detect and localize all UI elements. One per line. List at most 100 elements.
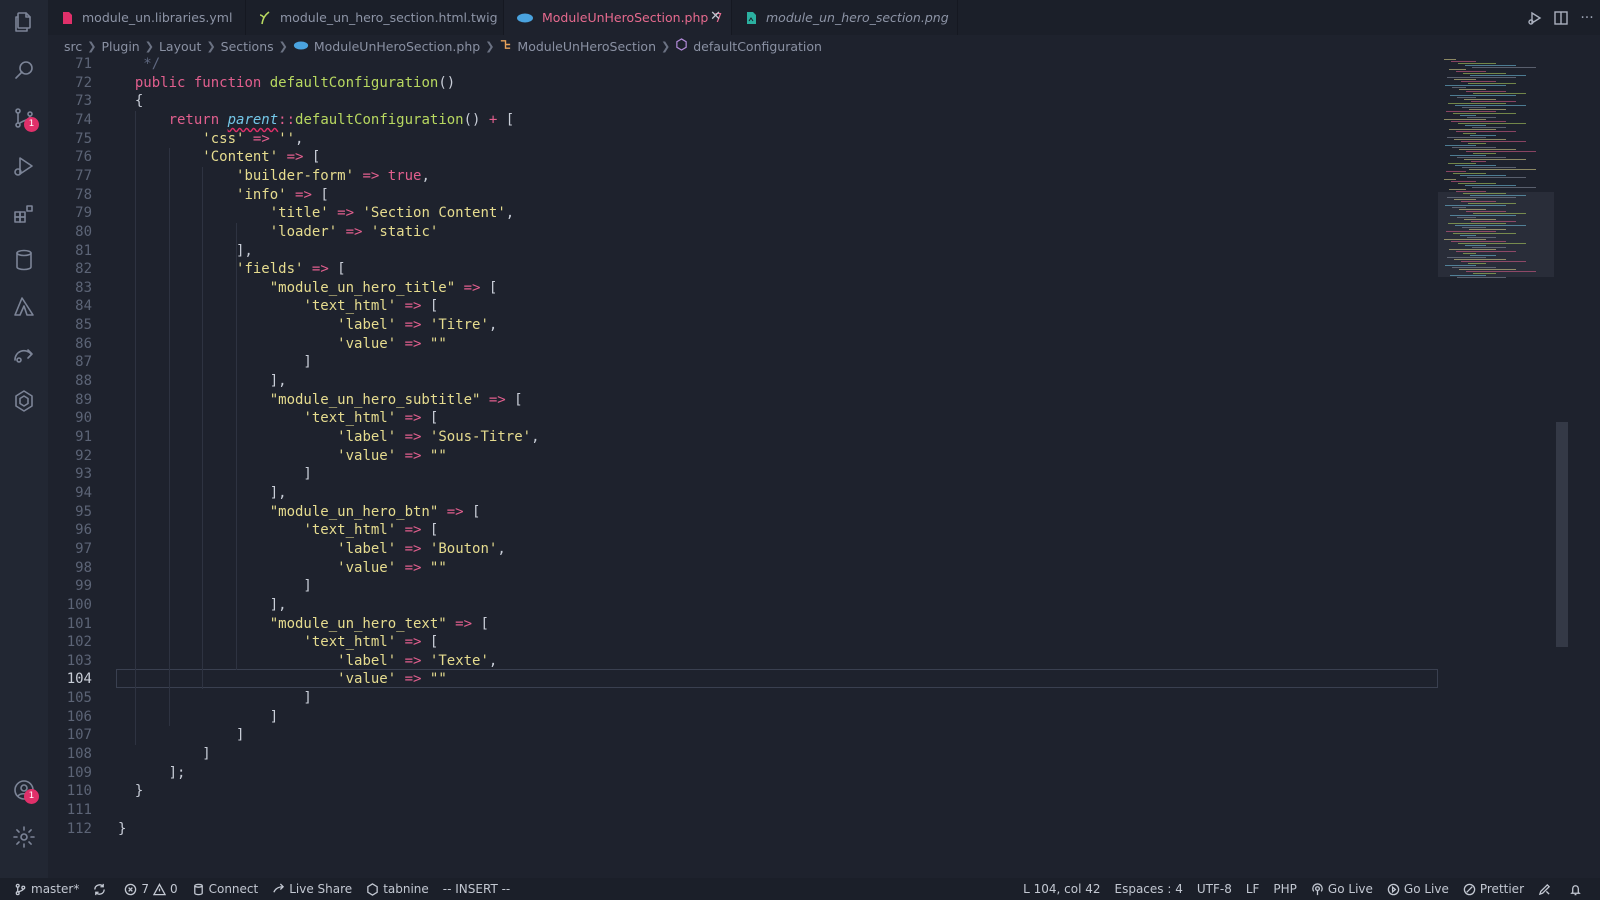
source-control-icon[interactable]: 1 — [0, 96, 48, 140]
code-line[interactable]: 91 'label' => 'Sous-Titre', — [48, 428, 1438, 447]
remote-explorer-icon[interactable] — [0, 332, 48, 376]
code-line[interactable]: 77 'builder-form' => true, — [48, 167, 1438, 186]
breadcrumb-sections[interactable]: Sections — [221, 39, 274, 54]
accounts-icon[interactable]: 1 — [0, 768, 48, 812]
code-line[interactable]: 112} — [48, 820, 1438, 839]
search-icon[interactable] — [0, 48, 48, 92]
minimap[interactable] — [1438, 57, 1554, 878]
code-line[interactable]: 102 'text_html' => [ — [48, 633, 1438, 652]
go-live-button-1[interactable]: Go Live — [1304, 878, 1380, 900]
tabnine-status[interactable]: tabnine — [359, 878, 436, 900]
go-live-button-2[interactable]: Go Live — [1380, 878, 1456, 900]
tab-module-php[interactable]: ModuleUnHeroSection.php 7 ✕ — [504, 0, 732, 35]
code-line[interactable]: 71 */ — [48, 57, 1438, 74]
code-line[interactable]: 80 'loader' => 'static' — [48, 223, 1438, 242]
code-line[interactable]: 87 ] — [48, 353, 1438, 372]
code-line[interactable]: 76 'Content' => [ — [48, 148, 1438, 167]
breadcrumb-plugin[interactable]: Plugin — [101, 39, 139, 54]
line-number: 93 — [75, 466, 92, 483]
problems-status[interactable]: 7 0 — [117, 878, 184, 900]
database-icon[interactable] — [0, 238, 48, 282]
code-line[interactable]: 103 'label' => 'Texte', — [48, 652, 1438, 671]
cursor-position[interactable]: L 104, col 42 — [1016, 878, 1107, 900]
tab-hero-twig[interactable]: module_un_hero_section.html.twig — [246, 0, 504, 35]
breadcrumb-layout[interactable]: Layout — [159, 39, 202, 54]
code-line[interactable]: 82 'fields' => [ — [48, 260, 1438, 279]
code-line[interactable]: 84 'text_html' => [ — [48, 297, 1438, 316]
code-text: 'value' => "" — [337, 559, 447, 576]
breadcrumb-class[interactable]: ModuleUnHeroSection — [517, 39, 656, 54]
code-line[interactable]: 101 "module_un_hero_text" => [ — [48, 615, 1438, 634]
code-line[interactable]: 93 ] — [48, 465, 1438, 484]
explorer-icon[interactable] — [0, 0, 48, 44]
language-status[interactable]: PHP — [1266, 878, 1304, 900]
code-line[interactable]: 100 ], — [48, 596, 1438, 615]
vertical-scrollbar[interactable] — [1556, 57, 1568, 878]
code-line[interactable]: 95 "module_un_hero_btn" => [ — [48, 503, 1438, 522]
code-line[interactable]: 106 ] — [48, 708, 1438, 727]
live-share-icon — [273, 882, 285, 893]
code-line[interactable]: 79 'title' => 'Section Content', — [48, 204, 1438, 223]
code-line[interactable]: 110 } — [48, 782, 1438, 801]
code-line[interactable]: 73 { — [48, 92, 1438, 111]
live-share-status[interactable]: Live Share — [265, 878, 359, 900]
breadcrumb-src[interactable]: src — [64, 39, 82, 54]
run-debug-icon[interactable] — [0, 144, 48, 188]
code-line[interactable]: 98 'value' => "" — [48, 559, 1438, 578]
code-line[interactable]: 111 — [48, 801, 1438, 820]
minimap-line — [1453, 173, 1486, 174]
extensions-icon[interactable] — [0, 192, 48, 236]
code-text: } — [118, 783, 144, 800]
tab-libraries-yml[interactable]: module_un.libraries.yml — [48, 0, 246, 35]
branch-status[interactable]: master* — [0, 878, 86, 900]
code-line[interactable]: 109 ]; — [48, 764, 1438, 783]
more-actions-icon[interactable]: ··· — [1574, 5, 1600, 31]
code-line[interactable]: 99 ] — [48, 577, 1438, 596]
code-line[interactable]: 75 'css' => '', — [48, 130, 1438, 149]
eol-status[interactable]: LF — [1239, 878, 1267, 900]
prettier-status[interactable]: Prettier — [1456, 878, 1531, 900]
feedback-icon[interactable] — [1531, 878, 1562, 900]
encoding-status[interactable]: UTF-8 — [1190, 878, 1239, 900]
close-icon[interactable]: ✕ — [710, 9, 721, 24]
code-line[interactable]: 78 'info' => [ — [48, 186, 1438, 205]
code-line[interactable]: 92 'value' => "" — [48, 447, 1438, 466]
code-line[interactable]: 85 'label' => 'Titre', — [48, 316, 1438, 335]
indentation-status[interactable]: Espaces : 4 — [1108, 878, 1190, 900]
kubernetes-icon[interactable] — [0, 379, 48, 423]
minimap-line — [1469, 109, 1506, 110]
minimap-line — [1461, 141, 1526, 142]
code-editor[interactable]: 71 */72 public function defaultConfigura… — [48, 57, 1438, 878]
code-line[interactable]: 86 'value' => "" — [48, 335, 1438, 354]
minimap-line — [1454, 199, 1476, 200]
code-line[interactable]: 105 ] — [48, 689, 1438, 708]
code-line[interactable]: 94 ], — [48, 484, 1438, 503]
code-line[interactable]: 72 public function defaultConfiguration(… — [48, 74, 1438, 93]
code-line[interactable]: 108 ] — [48, 745, 1438, 764]
code-line[interactable]: 90 'text_html' => [ — [48, 409, 1438, 428]
run-file-icon[interactable] — [1522, 5, 1548, 31]
code-line[interactable]: 107 ] — [48, 726, 1438, 745]
tab-hero-png[interactable]: module_un_hero_section.png — [732, 0, 958, 35]
azure-icon[interactable] — [0, 285, 48, 329]
breadcrumb-method[interactable]: defaultConfiguration — [693, 39, 822, 54]
code-line[interactable]: 81 ], — [48, 242, 1438, 261]
code-line[interactable]: 96 'text_html' => [ — [48, 521, 1438, 540]
settings-gear-icon[interactable] — [0, 815, 48, 859]
scrollbar-thumb[interactable] — [1556, 422, 1568, 647]
code-line[interactable]: 83 "module_un_hero_title" => [ — [48, 279, 1438, 298]
code-line[interactable]: 74 return parent::defaultConfiguration()… — [48, 111, 1438, 130]
breadcrumb-file[interactable]: ModuleUnHeroSection.php — [314, 39, 480, 54]
sync-icon[interactable] — [86, 878, 117, 900]
code-line[interactable]: 104 'value' => "" — [48, 670, 1438, 689]
live-share-label: Live Share — [289, 882, 353, 896]
code-line[interactable]: 97 'label' => 'Bouton', — [48, 540, 1438, 559]
code-line[interactable]: 88 ], — [48, 372, 1438, 391]
code-text: 'Content' => [ — [202, 149, 321, 166]
connect-status[interactable]: Connect — [185, 878, 266, 900]
notifications-bell-icon[interactable] — [1562, 878, 1600, 900]
line-number: 100 — [66, 596, 92, 613]
split-editor-icon[interactable] — [1548, 5, 1574, 31]
minimap-line — [1462, 107, 1486, 108]
code-line[interactable]: 89 "module_un_hero_subtitle" => [ — [48, 391, 1438, 410]
